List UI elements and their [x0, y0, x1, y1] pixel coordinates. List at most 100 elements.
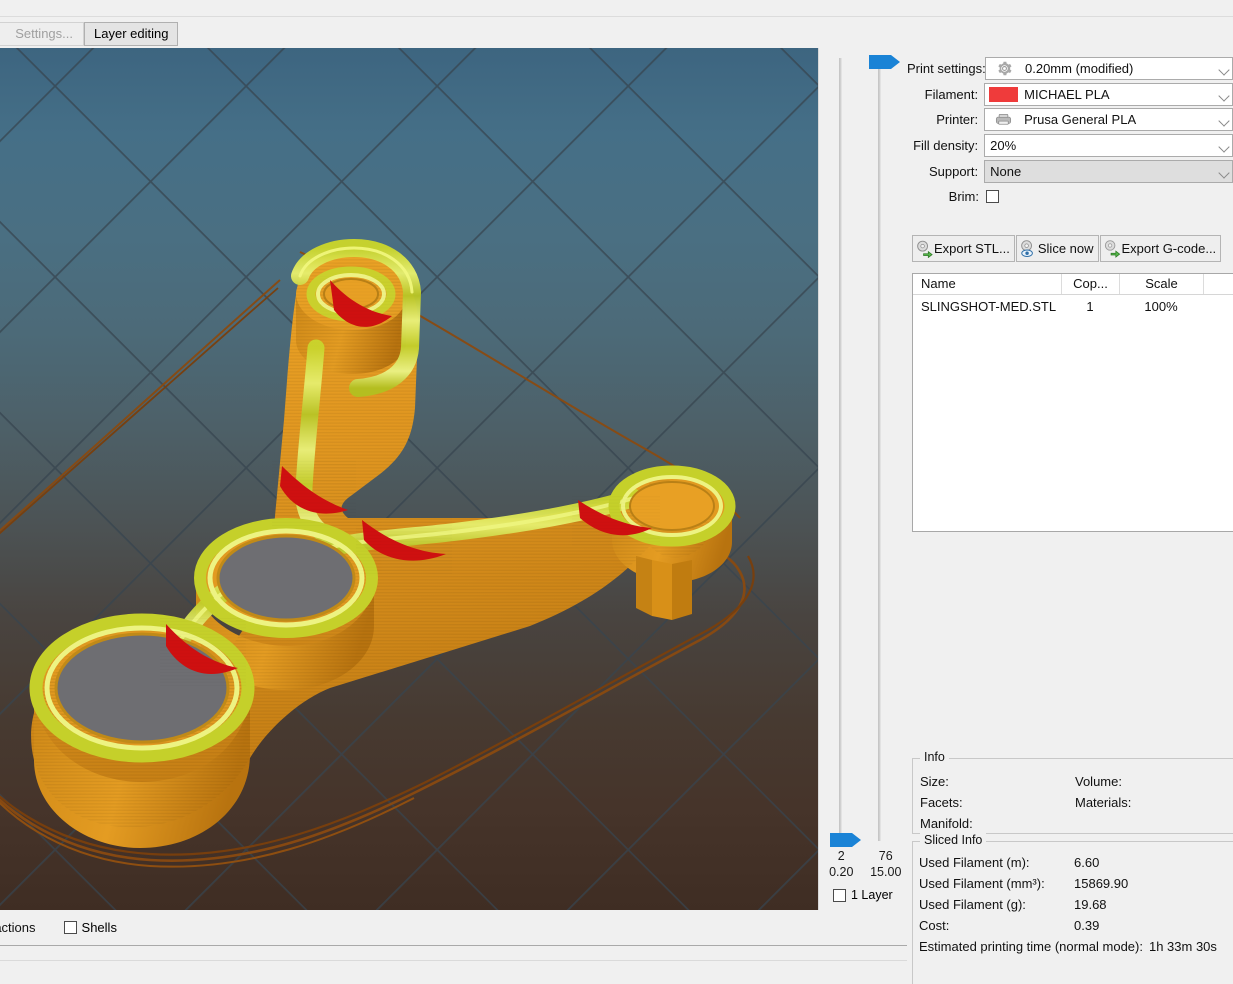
brim-checkbox[interactable]: [986, 190, 999, 204]
chevron-down-icon[interactable]: [1219, 64, 1229, 74]
action-buttons: Export STL... Slice now Export G-code...: [912, 235, 1222, 262]
export-stl-icon: [915, 239, 934, 259]
sliced-row: Estimated printing time (normal mode): 1…: [912, 939, 1233, 954]
column-header-name[interactable]: Name: [913, 274, 1061, 294]
support-label: Support:: [928, 163, 979, 179]
export-gcode-icon: [1103, 239, 1122, 258]
info-materials-label: Materials:: [1075, 795, 1132, 810]
chevron-down-icon[interactable]: [1219, 141, 1229, 151]
object-list-header: Name Cop... Scale: [913, 274, 1233, 295]
filament-dropdown[interactable]: MICHAEL PLA: [984, 82, 1233, 106]
sliced-value: 15869.90: [1074, 876, 1129, 891]
row-print-settings: Print settings: 0.20mm (modified): [907, 56, 1233, 82]
row-fill-density: Fill density: 20%: [907, 133, 1233, 159]
sliced-model: [0, 48, 818, 910]
layer-height-high: 15.00: [870, 865, 902, 879]
sliced-value: 1h 33m 30s: [1148, 939, 1217, 954]
info-facets-label: Facets:: [920, 795, 963, 810]
fill-density-combo[interactable]: 20%: [984, 134, 1233, 158]
layer-slider-track-low[interactable]: [839, 58, 842, 841]
info-volume-label: Volume:: [1075, 774, 1122, 789]
one-layer-label: 1 Layer: [851, 888, 893, 902]
slice-now-label: Slice now: [1037, 241, 1094, 256]
printer-label: Printer:: [936, 112, 979, 128]
cell-object-name: SLINGSHOT-MED.STL: [921, 298, 1057, 314]
export-stl-label: Export STL...: [934, 241, 1010, 256]
tab-bar: Settings... Layer editing: [0, 17, 1233, 48]
info-manifold-label: Manifold:: [920, 816, 973, 831]
sliced-label: Used Filament (mm³):: [919, 876, 1045, 891]
support-dropdown[interactable]: None: [984, 159, 1233, 183]
checkbox-box[interactable]: [833, 888, 846, 902]
sliced-value: 19.68: [1074, 897, 1107, 912]
printer-value: Prusa General PLA: [1024, 112, 1137, 128]
sliced-info-group: Sliced Info Used Filament (m): 6.60 Used…: [912, 833, 1233, 984]
chevron-down-icon[interactable]: [1219, 90, 1229, 100]
layer-slider-panel: 2 76 0.20 15.00 1 Layer: [818, 48, 907, 910]
chevron-down-icon[interactable]: [1219, 167, 1229, 177]
checkbox-box[interactable]: [63, 921, 77, 934]
export-gcode-button[interactable]: Export G-code...: [1099, 235, 1222, 262]
one-layer-checkbox[interactable]: 1 Layer: [833, 888, 893, 902]
sliced-value: 6.60: [1074, 855, 1100, 870]
model-notch: [636, 556, 692, 620]
sliced-row: Used Filament (g): 19.68: [912, 897, 1233, 912]
gear-icon: [986, 58, 1023, 79]
row-printer: Printer: Prusa General PLA: [907, 107, 1233, 133]
print-settings-dropdown[interactable]: 0.20mm (modified): [985, 57, 1233, 81]
filament-label: Filament:: [924, 86, 979, 102]
export-stl-button[interactable]: Export STL...: [912, 235, 1015, 262]
layer-index-high: 76: [878, 849, 893, 863]
window-top-strip: [0, 0, 1233, 17]
row-filament: Filament: MICHAEL PLA: [907, 82, 1233, 108]
shells-label: Shells: [81, 920, 117, 935]
sliced-value: 0.39: [1074, 918, 1100, 933]
sliced-row: Used Filament (mm³): 15869.90: [912, 876, 1233, 891]
sliced-row: Used Filament (m): 6.60: [912, 855, 1233, 870]
filament-value: MICHAEL PLA: [1024, 86, 1110, 102]
layer-height-low: 0.20: [829, 865, 854, 879]
row-support: Support: None: [907, 158, 1233, 184]
table-row[interactable]: SLINGSHOT-MED.STL 1 100%: [913, 295, 1233, 317]
tab-layer-editing[interactable]: Layer editing: [84, 22, 179, 46]
sliced-label: Estimated printing time (normal mode):: [919, 939, 1143, 954]
row-brim: Brim:: [907, 184, 1233, 210]
export-gcode-label: Export G-code...: [1121, 241, 1217, 256]
chevron-down-icon[interactable]: [1219, 115, 1229, 125]
fill-density-label: Fill density:: [913, 138, 979, 154]
info-group: Info Size: Facets: Manifold: Volume: Mat…: [912, 750, 1233, 834]
tab-settings[interactable]: Settings...: [0, 22, 84, 46]
column-header-extra: [1203, 274, 1233, 294]
printer-icon: [985, 109, 1022, 130]
slice-now-button[interactable]: Slice now: [1015, 235, 1099, 262]
sliced-label: Cost:: [919, 918, 950, 933]
sliced-row: Cost: 0.39: [912, 918, 1233, 933]
print-settings-label: Print settings:: [907, 61, 986, 77]
layer-slider-track-high[interactable]: [878, 58, 881, 841]
view-options-toolbar: ractions Shells: [0, 910, 907, 946]
retractions-label[interactable]: ractions: [0, 920, 36, 935]
layer-slider-labels: 2 76 0.20 15.00: [819, 848, 908, 880]
column-header-scale[interactable]: Scale: [1119, 274, 1203, 294]
print-settings-value: 0.20mm (modified): [1025, 61, 1134, 77]
support-value: None: [990, 163, 1022, 179]
3d-viewport[interactable]: [0, 48, 818, 910]
sliced-label: Used Filament (m):: [919, 855, 1030, 870]
slicer-window: Settings... Layer editing 2 76 0.20 15.0…: [0, 0, 1233, 984]
brim-label: Brim:: [948, 189, 979, 205]
shells-checkbox[interactable]: Shells: [63, 920, 117, 935]
info-size-label: Size:: [920, 774, 949, 789]
preset-settings-group: Print settings: 0.20mm (modified) Filame…: [907, 56, 1233, 210]
layer-index-low: 2: [837, 849, 845, 863]
sliced-label: Used Filament (g):: [919, 897, 1026, 912]
printer-dropdown[interactable]: Prusa General PLA: [984, 108, 1233, 132]
status-bar: [0, 946, 907, 984]
cell-object-copies: 1: [1086, 298, 1094, 314]
object-list[interactable]: Name Cop... Scale SLINGSHOT-MED.STL 1 10…: [912, 273, 1233, 532]
right-sidebar: Print settings: 0.20mm (modified) Filame…: [907, 48, 1233, 984]
sliced-info-group-title: Sliced Info: [920, 833, 987, 847]
cell-object-scale: 100%: [1144, 298, 1178, 314]
info-group-title: Info: [920, 750, 949, 764]
fill-density-value: 20%: [990, 138, 1017, 154]
column-header-copies[interactable]: Cop...: [1061, 274, 1119, 294]
